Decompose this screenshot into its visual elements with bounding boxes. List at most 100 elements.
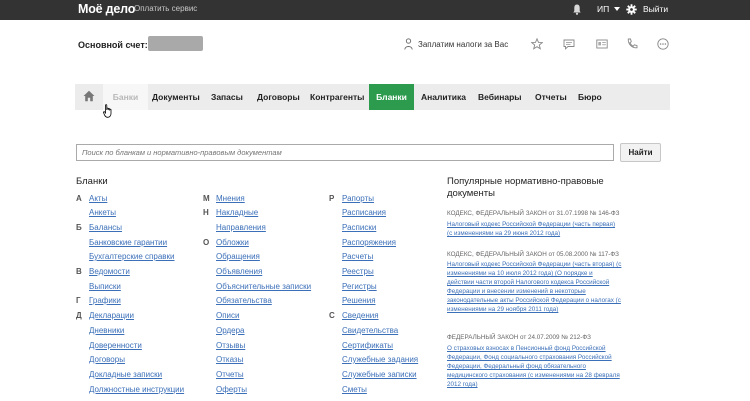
form-link[interactable]: Регистры xyxy=(342,282,377,291)
form-link[interactable]: Обращения xyxy=(216,252,260,261)
form-link[interactable]: Расписки xyxy=(342,223,376,232)
form-link[interactable]: Договоры xyxy=(89,355,125,364)
form-link[interactable]: Реестры xyxy=(342,267,374,276)
form-link[interactable]: Доверенности xyxy=(89,341,142,350)
doc-heading: КОДЕКС, ФЕДЕРАЛЬНЫЙ ЗАКОН от 31.07.1998 … xyxy=(447,210,620,217)
letter-heading: С xyxy=(329,311,335,320)
doc-link[interactable]: изменениями на 10 июля 2012 года) (О пор… xyxy=(447,270,593,277)
bell-icon[interactable] xyxy=(573,4,581,15)
forms-search-input[interactable] xyxy=(76,144,614,161)
form-link[interactable]: Должностные инструкции xyxy=(89,385,184,394)
form-link[interactable]: Декларации xyxy=(89,311,134,320)
top-bar: Моё дело Оплатить сервис ИП Выйти xyxy=(0,0,750,20)
form-link[interactable]: Обязательства xyxy=(216,296,272,305)
form-link[interactable]: Оферты xyxy=(216,385,247,394)
tab-stock[interactable]: Запасы xyxy=(211,84,243,110)
doc-link[interactable]: изменениями на 29 ноября 2011 года) xyxy=(447,306,558,313)
form-link[interactable]: Служебные задания xyxy=(342,355,418,364)
doc-link[interactable]: действии части второй Налогового кодекса… xyxy=(447,279,609,286)
form-link[interactable]: Служебные записки xyxy=(342,370,417,379)
form-link[interactable]: Балансы xyxy=(89,223,122,232)
doc-link[interactable]: Налоговый кодекс Российской Федерации (ч… xyxy=(447,261,621,268)
doc-link[interactable]: Налоговый кодекс Российской Федерации (ч… xyxy=(447,221,615,228)
form-link[interactable]: Бухгалтерские справки xyxy=(89,252,175,261)
chevron-down-icon[interactable] xyxy=(614,7,620,11)
form-link[interactable]: Банковские гарантии xyxy=(89,238,167,247)
form-link[interactable]: Распоряжения xyxy=(342,238,396,247)
doc-link[interactable]: О страховых взносах в Пенсионный фонд Ро… xyxy=(447,345,606,352)
form-link[interactable]: Мнения xyxy=(216,194,245,203)
form-link[interactable]: Расписания xyxy=(342,208,386,217)
star-icon[interactable] xyxy=(531,38,543,50)
account-label: Основной счет: xyxy=(78,40,148,50)
form-link[interactable]: Свидетельства xyxy=(342,326,398,335)
letter-heading: Г xyxy=(76,296,81,305)
form-link[interactable]: Дневники xyxy=(89,326,124,335)
form-link[interactable]: Ордера xyxy=(216,326,245,335)
pay-service-link[interactable]: Оплатить сервис xyxy=(134,4,197,13)
form-link[interactable]: Анкеты xyxy=(89,208,116,217)
form-link[interactable]: Графики xyxy=(89,296,121,305)
letter-heading: Р xyxy=(329,194,335,203)
doc-link[interactable]: законодательные акты Российской Федераци… xyxy=(447,297,621,304)
more-icon[interactable] xyxy=(657,38,669,50)
doc-link[interactable]: (с изменениями на 29 июня 2012 года) xyxy=(447,230,560,237)
form-link[interactable]: Сметы xyxy=(342,385,367,394)
home-icon xyxy=(83,90,95,102)
contact-card-icon[interactable] xyxy=(596,38,608,50)
user-menu[interactable]: ИП xyxy=(597,4,609,14)
form-link[interactable]: Рапорты xyxy=(342,194,374,203)
popular-docs-title: Популярные нормативно-правовые документы xyxy=(447,176,604,199)
tab-contracts[interactable]: Договоры xyxy=(257,84,300,110)
chat-icon[interactable] xyxy=(563,38,575,50)
form-link[interactable]: Обложки xyxy=(216,238,249,247)
gear-icon[interactable] xyxy=(626,4,637,15)
letter-heading: Н xyxy=(203,208,209,217)
form-link[interactable]: Накладные xyxy=(216,208,258,217)
search-button[interactable]: Найти xyxy=(620,143,661,162)
main-nav: Банки Документы Запасы Договоры Контраге… xyxy=(75,84,670,110)
doc-heading: ФЕДЕРАЛЬНЫЙ ЗАКОН от 24.07.2009 № 212-ФЗ xyxy=(447,334,591,341)
tab-counterparties[interactable]: Контрагенты xyxy=(310,84,364,110)
home-button[interactable] xyxy=(75,84,103,110)
tab-analytics[interactable]: Аналитика xyxy=(421,84,466,110)
form-link[interactable]: Сведения xyxy=(342,311,379,320)
tab-bureau[interactable]: Бюро xyxy=(578,84,602,110)
phone-icon[interactable] xyxy=(626,38,638,50)
doc-link[interactable]: Федерации, Фонд социального страхования … xyxy=(447,354,612,361)
doc-link[interactable]: медицинского страхования (с изменениями … xyxy=(447,372,620,379)
form-link[interactable]: Объяснительные записки xyxy=(216,282,311,291)
forms-section-title: Бланки xyxy=(76,176,108,187)
form-link[interactable]: Описи xyxy=(216,311,240,320)
logout-link[interactable]: Выйти xyxy=(643,4,668,14)
tab-reports[interactable]: Отчеты xyxy=(535,84,567,110)
letter-heading: М xyxy=(203,194,210,203)
letter-heading: А xyxy=(76,194,82,203)
account-number-masked xyxy=(148,36,203,51)
form-link[interactable]: Выписки xyxy=(89,282,121,291)
form-link[interactable]: Отказы xyxy=(216,355,243,364)
letter-heading: В xyxy=(76,267,82,276)
form-link[interactable]: Решения xyxy=(342,296,376,305)
form-link[interactable]: Расчеты xyxy=(342,252,373,261)
form-link[interactable]: Направления xyxy=(216,223,266,232)
form-link[interactable]: Докладные записки xyxy=(89,370,162,379)
form-link[interactable]: Ведомости xyxy=(89,267,130,276)
letter-heading: О xyxy=(203,238,210,247)
form-link[interactable]: Отзывы xyxy=(216,341,245,350)
doc-link[interactable]: 2012 года) xyxy=(447,381,478,388)
tab-forms[interactable]: Бланки xyxy=(369,84,414,110)
letter-heading: Б xyxy=(76,223,82,232)
form-link[interactable]: Сертификаты xyxy=(342,341,393,350)
tab-webinars[interactable]: Вебинары xyxy=(478,84,522,110)
form-link[interactable]: Объявления xyxy=(216,267,262,276)
form-link[interactable]: Акты xyxy=(89,194,107,203)
tax-service-label: Заплатим налоги за Вас xyxy=(418,40,509,49)
doc-heading: КОДЕКС, ФЕДЕРАЛЬНЫЙ ЗАКОН от 05.08.2000 … xyxy=(447,251,619,258)
form-link[interactable]: Отчеты xyxy=(216,370,244,379)
app-logo[interactable]: Моё дело xyxy=(78,2,135,16)
doc-link[interactable]: Федерации, Федеральный фонд обязательног… xyxy=(447,363,586,370)
hand-cursor-icon xyxy=(103,104,112,118)
doc-link[interactable]: Федерации и внесении изменений в некотор… xyxy=(447,288,586,295)
tab-documents[interactable]: Документы xyxy=(152,84,200,110)
